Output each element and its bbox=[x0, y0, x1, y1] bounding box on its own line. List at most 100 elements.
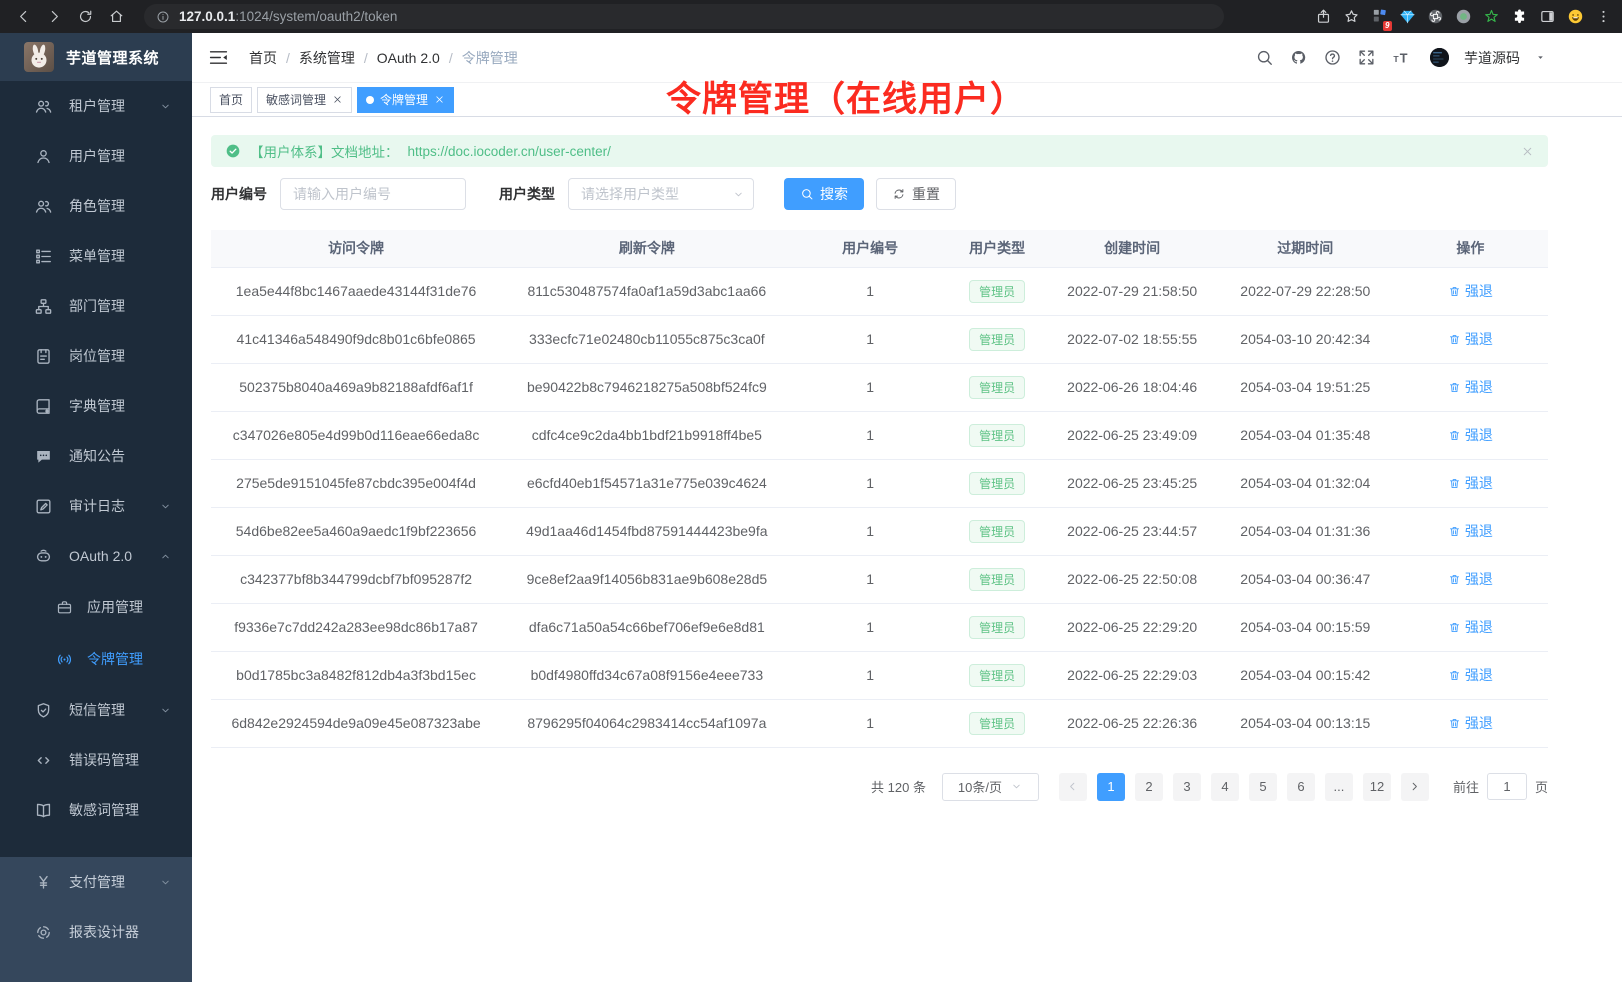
sidebar-item-menu[interactable]: 菜单管理 bbox=[0, 231, 192, 281]
page-button-6[interactable]: 6 bbox=[1287, 773, 1315, 801]
fullscreen-icon[interactable] bbox=[1357, 48, 1376, 67]
search-icon[interactable] bbox=[1255, 48, 1274, 67]
side-panel-icon[interactable] bbox=[1539, 8, 1556, 25]
app-logo[interactable]: 芋道管理系统 bbox=[0, 33, 192, 81]
tab-令牌管理[interactable]: 令牌管理 bbox=[357, 87, 454, 113]
caret-down-icon[interactable] bbox=[1535, 52, 1546, 63]
reload-icon[interactable] bbox=[77, 8, 94, 25]
sidebar-item-tenant[interactable]: 租户管理 bbox=[0, 81, 192, 131]
force-logout-button[interactable]: 强退 bbox=[1448, 281, 1493, 301]
goto-unit: 页 bbox=[1535, 777, 1548, 796]
sidebar-item-pay[interactable]: 支付管理 bbox=[0, 857, 192, 907]
collapse-sidebar-icon[interactable] bbox=[208, 47, 229, 68]
page-button-1[interactable]: 1 bbox=[1097, 773, 1125, 801]
page-button-3[interactable]: 3 bbox=[1173, 773, 1201, 801]
forward-icon[interactable] bbox=[46, 8, 63, 25]
sidebar-item-dept[interactable]: 部门管理 bbox=[0, 281, 192, 331]
github-icon[interactable] bbox=[1289, 48, 1308, 67]
tab-close-icon[interactable] bbox=[434, 94, 445, 105]
page-button-5[interactable]: 5 bbox=[1249, 773, 1277, 801]
user-id-input[interactable] bbox=[280, 178, 466, 210]
sidebar-item-user[interactable]: 用户管理 bbox=[0, 131, 192, 181]
sidebar-item-sms[interactable]: 短信管理 bbox=[0, 685, 192, 735]
user-type-select[interactable]: 请选择用户类型 bbox=[568, 178, 754, 210]
help-icon[interactable] bbox=[1323, 48, 1342, 67]
prev-page-button[interactable] bbox=[1059, 773, 1087, 801]
user-id-label: 用户编号 bbox=[211, 184, 267, 204]
force-logout-button[interactable]: 强退 bbox=[1448, 521, 1493, 541]
table-row: 54d6be82ee5a460a9aedc1f9bf22365649d1aa46… bbox=[211, 507, 1548, 555]
command-extension-icon[interactable] bbox=[1427, 8, 1444, 25]
breadcrumb-oauth[interactable]: OAuth 2.0 bbox=[377, 50, 440, 66]
access-token-cell: 54d6be82ee5a460a9aedc1f9bf223656 bbox=[211, 507, 501, 555]
tab-label: 首页 bbox=[219, 91, 243, 108]
sidebar-item-role[interactable]: 角色管理 bbox=[0, 181, 192, 231]
user-name[interactable]: 芋道源码 bbox=[1464, 48, 1520, 68]
chevron-down-icon bbox=[159, 100, 172, 113]
sidebar-item-oauth2-token[interactable]: 令牌管理 bbox=[0, 633, 192, 685]
force-logout-button[interactable]: 强退 bbox=[1448, 665, 1493, 685]
navbar-actions: TT 芋道源码 bbox=[1255, 48, 1546, 68]
user-avatar[interactable] bbox=[1430, 48, 1449, 67]
force-logout-button[interactable]: 强退 bbox=[1448, 377, 1493, 397]
alert-doc-link[interactable]: https://doc.iocoder.cn/user-center/ bbox=[408, 144, 611, 159]
gem-extension-icon[interactable] bbox=[1399, 8, 1416, 25]
sidebar-item-report[interactable]: 报表设计器 bbox=[0, 907, 192, 957]
sidebar-item-dict[interactable]: 字典管理 bbox=[0, 381, 192, 431]
info-icon[interactable] bbox=[156, 10, 170, 24]
tab-首页[interactable]: 首页 bbox=[210, 87, 252, 113]
sidebar-item-notice[interactable]: 通知公告 bbox=[0, 431, 192, 481]
force-logout-button[interactable]: 强退 bbox=[1448, 425, 1493, 445]
next-page-button[interactable] bbox=[1401, 773, 1429, 801]
tab-敏感词管理[interactable]: 敏感词管理 bbox=[257, 87, 352, 113]
expire-time-cell: 2054-03-04 00:15:59 bbox=[1218, 603, 1393, 651]
record-extension-icon[interactable] bbox=[1455, 8, 1472, 25]
sidebar-item-oauth2-app[interactable]: 应用管理 bbox=[0, 581, 192, 633]
extensions-puzzle-icon[interactable] bbox=[1511, 8, 1528, 25]
share-icon[interactable] bbox=[1315, 8, 1332, 25]
force-logout-label: 强退 bbox=[1465, 665, 1493, 685]
bookmark-star-icon[interactable] bbox=[1343, 8, 1360, 25]
action-cell: 强退 bbox=[1393, 315, 1548, 363]
success-alert: 【用户体系】文档地址： https://doc.iocoder.cn/user-… bbox=[211, 135, 1548, 167]
reset-button[interactable]: 重置 bbox=[876, 178, 956, 210]
address-bar[interactable]: 127.0.0.1:1024/system/oauth2/token bbox=[144, 4, 1224, 29]
sidebar-item-errcode[interactable]: 错误码管理 bbox=[0, 735, 192, 785]
font-size-icon[interactable]: TT bbox=[1391, 48, 1410, 67]
breadcrumb-system[interactable]: 系统管理 bbox=[299, 48, 355, 68]
sidebar-item-sensitive[interactable]: 敏感词管理 bbox=[0, 785, 192, 835]
force-logout-button[interactable]: 强退 bbox=[1448, 329, 1493, 349]
tab-close-icon[interactable] bbox=[332, 94, 343, 105]
sidebar-item-audit[interactable]: 审计日志 bbox=[0, 481, 192, 531]
profile-avatar-icon[interactable] bbox=[1567, 8, 1584, 25]
refresh-token-cell: be90422b8c7946218275a508bf524fc9 bbox=[501, 363, 792, 411]
page-button-4[interactable]: 4 bbox=[1211, 773, 1239, 801]
sidebar-item-post[interactable]: 岗位管理 bbox=[0, 331, 192, 381]
goto-page-input[interactable] bbox=[1487, 773, 1527, 800]
user-type-badge: 管理员 bbox=[969, 472, 1025, 495]
home-icon[interactable] bbox=[108, 8, 125, 25]
back-icon[interactable] bbox=[15, 8, 32, 25]
alert-close-icon[interactable] bbox=[1521, 145, 1534, 158]
search-button[interactable]: 搜索 bbox=[784, 178, 864, 210]
trash-icon bbox=[1448, 573, 1461, 586]
page-button-2[interactable]: 2 bbox=[1135, 773, 1163, 801]
browser-menu-icon[interactable] bbox=[1595, 8, 1612, 25]
force-logout-button[interactable]: 强退 bbox=[1448, 713, 1493, 733]
force-logout-button[interactable]: 强退 bbox=[1448, 473, 1493, 493]
extension-cluster-icon[interactable]: 9 bbox=[1371, 7, 1388, 27]
green-star-extension-icon[interactable] bbox=[1483, 8, 1500, 25]
user-type-select-value[interactable]: 请选择用户类型 bbox=[568, 178, 754, 210]
table-header-row: 访问令牌刷新令牌用户编号用户类型创建时间过期时间操作 bbox=[211, 230, 1548, 267]
url-text[interactable]: 127.0.0.1:1024/system/oauth2/token bbox=[179, 9, 397, 24]
sidebar-item-label: 敏感词管理 bbox=[69, 800, 139, 820]
force-logout-button[interactable]: 强退 bbox=[1448, 569, 1493, 589]
page-ellipsis-button[interactable]: ... bbox=[1325, 773, 1353, 801]
page-size-select[interactable]: 10条/页 bbox=[942, 773, 1039, 801]
search-form: 用户编号 用户类型 请选择用户类型 搜索 重置 bbox=[211, 178, 1548, 210]
force-logout-button[interactable]: 强退 bbox=[1448, 617, 1493, 637]
breadcrumb-home[interactable]: 首页 bbox=[249, 48, 277, 68]
goto-label: 前往 bbox=[1453, 777, 1479, 796]
sidebar-item-oauth2[interactable]: OAuth 2.0 bbox=[0, 531, 192, 581]
page-button-12[interactable]: 12 bbox=[1363, 773, 1391, 801]
